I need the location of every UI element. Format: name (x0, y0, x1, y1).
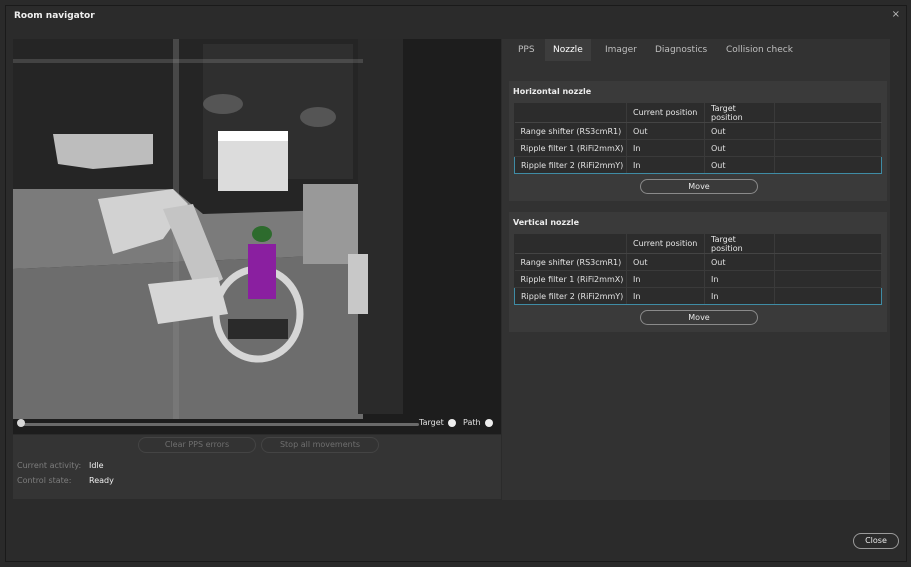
path-toggle-label: Path (463, 418, 481, 427)
column-header-current: Current position (626, 234, 705, 254)
table-row[interactable]: Range shifter (RS3cmR1) Out Out (514, 253, 882, 271)
close-button[interactable]: Close (853, 533, 899, 549)
vertical-move-button[interactable]: Move (640, 310, 758, 325)
column-header-current: Current position (626, 103, 705, 123)
row-spacer (774, 287, 882, 305)
horizontal-nozzle-section: Horizontal nozzle Current position Targe… (509, 81, 887, 201)
row-name: Ripple filter 2 (RiFi2mmY) (514, 156, 627, 174)
clear-pps-errors-button[interactable]: Clear PPS errors (138, 437, 256, 453)
tab-bar: PPS Nozzle Imager Diagnostics Collision … (502, 39, 890, 61)
window-close-icon[interactable]: × (892, 9, 900, 20)
control-state-label: Control state: (17, 476, 72, 485)
row-spacer (774, 156, 882, 174)
row-target[interactable]: Out (704, 139, 775, 157)
row-target[interactable]: Out (704, 122, 775, 140)
horizontal-nozzle-title: Horizontal nozzle (513, 87, 592, 96)
current-activity-value: Idle (89, 461, 104, 470)
column-header-spacer (774, 103, 882, 123)
vertical-nozzle-section: Vertical nozzle Current position Target … (509, 212, 887, 332)
row-current: In (626, 139, 705, 157)
target-toggle[interactable] (448, 419, 456, 427)
horizontal-move-button[interactable]: Move (640, 179, 758, 194)
row-spacer (774, 122, 882, 140)
row-name: Range shifter (RS3cmR1) (514, 253, 627, 271)
timeline-slider-thumb[interactable] (17, 419, 25, 427)
row-current: In (626, 156, 705, 174)
column-header (514, 103, 627, 123)
column-header-target: Target position (704, 103, 775, 123)
current-activity-label: Current activity: (17, 461, 82, 470)
table-row[interactable]: Range shifter (RS3cmR1) Out Out (514, 122, 882, 140)
row-name: Ripple filter 1 (RiFi2mmX) (514, 139, 627, 157)
table-header-row: Current position Target position (514, 103, 882, 123)
row-spacer (774, 139, 882, 157)
right-panel: PPS Nozzle Imager Diagnostics Collision … (502, 39, 890, 500)
row-current: In (626, 270, 705, 288)
row-spacer (774, 253, 882, 271)
tab-diagnostics[interactable]: Diagnostics (647, 39, 715, 61)
row-current: Out (626, 122, 705, 140)
window-title: Room navigator (14, 11, 95, 21)
table-row-selected[interactable]: Ripple filter 2 (RiFi2mmY) In In (514, 287, 882, 305)
tab-imager[interactable]: Imager (597, 39, 645, 61)
table-header-row: Current position Target position (514, 234, 882, 254)
stop-all-movements-button[interactable]: Stop all movements (261, 437, 379, 453)
row-name: Range shifter (RS3cmR1) (514, 122, 627, 140)
room-scene-graphic (13, 39, 501, 434)
tab-collision-check[interactable]: Collision check (718, 39, 801, 61)
column-header-target: Target position (704, 234, 775, 254)
control-panel: Clear PPS errors Stop all movements Curr… (13, 435, 501, 499)
tab-nozzle[interactable]: Nozzle (545, 39, 591, 61)
row-target[interactable]: In (704, 270, 775, 288)
row-target[interactable]: In (704, 287, 775, 305)
row-target[interactable]: Out (704, 156, 775, 174)
control-state-value: Ready (89, 476, 114, 485)
row-spacer (774, 270, 882, 288)
horizontal-nozzle-table: Current position Target position Range s… (514, 103, 882, 174)
row-current: Out (626, 253, 705, 271)
table-row[interactable]: Ripple filter 1 (RiFi2mmX) In In (514, 270, 882, 288)
table-row[interactable]: Ripple filter 1 (RiFi2mmX) In Out (514, 139, 882, 157)
tab-pps[interactable]: PPS (510, 39, 543, 61)
vertical-nozzle-table: Current position Target position Range s… (514, 234, 882, 305)
row-current: In (626, 287, 705, 305)
target-toggle-label: Target (419, 418, 444, 427)
column-header (514, 234, 627, 254)
timeline-slider-track[interactable] (19, 423, 419, 426)
path-toggle[interactable] (485, 419, 493, 427)
title-bar: Room navigator × (6, 6, 906, 28)
row-name: Ripple filter 2 (RiFi2mmY) (514, 287, 627, 305)
vertical-nozzle-title: Vertical nozzle (513, 218, 580, 227)
row-target[interactable]: Out (704, 253, 775, 271)
row-name: Ripple filter 1 (RiFi2mmX) (514, 270, 627, 288)
room-3d-view[interactable]: Target Path (13, 39, 501, 434)
table-row-selected[interactable]: Ripple filter 2 (RiFi2mmY) In Out (514, 156, 882, 174)
column-header-spacer (774, 234, 882, 254)
